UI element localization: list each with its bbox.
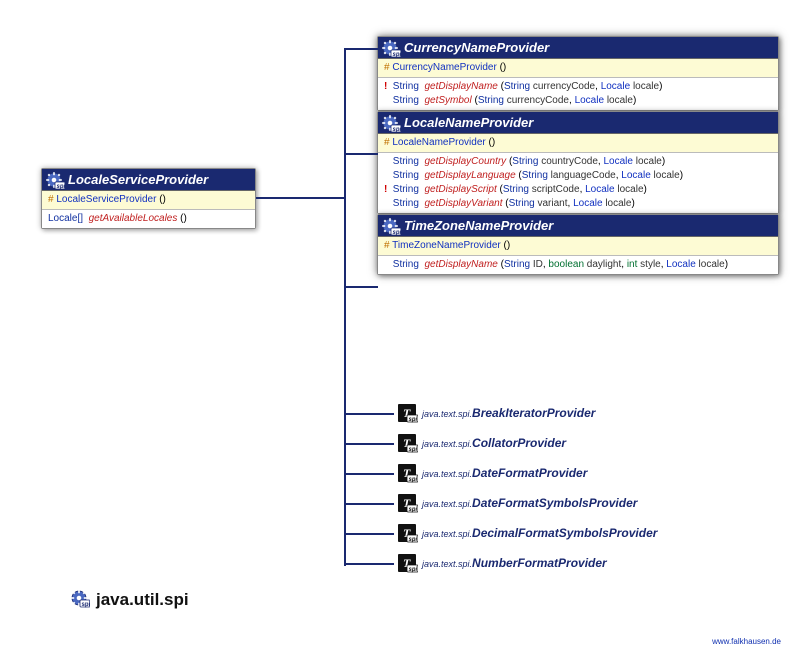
gear-spi-icon [45, 171, 63, 189]
package-label: java.util.spi [70, 590, 189, 610]
external-ref-date-format-provider[interactable]: java.text.spi.DateFormatProvider [398, 466, 587, 480]
class-title: CurrencyNameProvider [378, 37, 778, 59]
connector-line [344, 286, 378, 288]
external-ref-number-format-provider[interactable]: java.text.spi.NumberFormatProvider [398, 556, 607, 570]
constructor-section: # CurrencyNameProvider () [378, 59, 778, 78]
package-name: java.util.spi [96, 590, 189, 609]
methods-section: String getDisplayCountry (String country… [378, 153, 778, 213]
gear-spi-icon [381, 114, 399, 132]
methods-section: String getDisplayName (String ID, boolea… [378, 256, 778, 274]
connector-line [344, 473, 394, 475]
class-title: TimeZoneNameProvider [378, 215, 778, 237]
connector-line [344, 413, 394, 415]
title-text: CurrencyNameProvider [404, 40, 549, 55]
connector-line [256, 197, 346, 199]
methods-section: Locale[] getAvailableLocales () [42, 210, 255, 228]
gear-spi-icon [381, 217, 399, 235]
gear-spi-icon [381, 39, 399, 57]
connector-line [344, 563, 394, 565]
type-spi-icon [398, 404, 416, 422]
type-spi-icon [398, 524, 416, 542]
credit-link[interactable]: www.falkhausen.de [712, 637, 781, 646]
methods-section: ! String getDisplayName (String currency… [378, 78, 778, 110]
connector-line [344, 533, 394, 535]
type-spi-icon [398, 434, 416, 452]
external-ref-decimal-format-symbols-provider[interactable]: java.text.spi.DecimalFormatSymbolsProvid… [398, 526, 657, 540]
constructor-section: # LocaleNameProvider () [378, 134, 778, 153]
connector-line [344, 48, 346, 566]
class-currency-name-provider: CurrencyNameProvider # CurrencyNameProvi… [377, 36, 779, 111]
class-title: LocaleServiceProvider [42, 169, 255, 191]
children-group: CurrencyNameProvider # CurrencyNameProvi… [377, 36, 779, 275]
connector-line [344, 48, 378, 50]
title-text: LocaleServiceProvider [68, 172, 208, 187]
connector-line [344, 503, 394, 505]
title-text: TimeZoneNameProvider [404, 218, 553, 233]
connector-line [344, 153, 378, 155]
type-spi-icon [398, 554, 416, 572]
external-ref-collator-provider[interactable]: java.text.spi.CollatorProvider [398, 436, 566, 450]
title-text: LocaleNameProvider [404, 115, 533, 130]
external-ref-break-iterator-provider[interactable]: java.text.spi.BreakIteratorProvider [398, 406, 595, 420]
type-spi-icon [398, 464, 416, 482]
connector-line [344, 443, 394, 445]
class-title: LocaleNameProvider [378, 112, 778, 134]
gear-spi-icon [70, 589, 88, 607]
type-spi-icon [398, 494, 416, 512]
class-locale-name-provider: LocaleNameProvider # LocaleNameProvider … [377, 111, 779, 214]
constructor-section: # TimeZoneNameProvider () [378, 237, 778, 256]
constructor-section: # LocaleServiceProvider () [42, 191, 255, 210]
external-ref-date-format-symbols-provider[interactable]: java.text.spi.DateFormatSymbolsProvider [398, 496, 637, 510]
class-time-zone-name-provider: TimeZoneNameProvider # TimeZoneNameProvi… [377, 214, 779, 275]
class-locale-service-provider: LocaleServiceProvider # LocaleServicePro… [41, 168, 256, 229]
